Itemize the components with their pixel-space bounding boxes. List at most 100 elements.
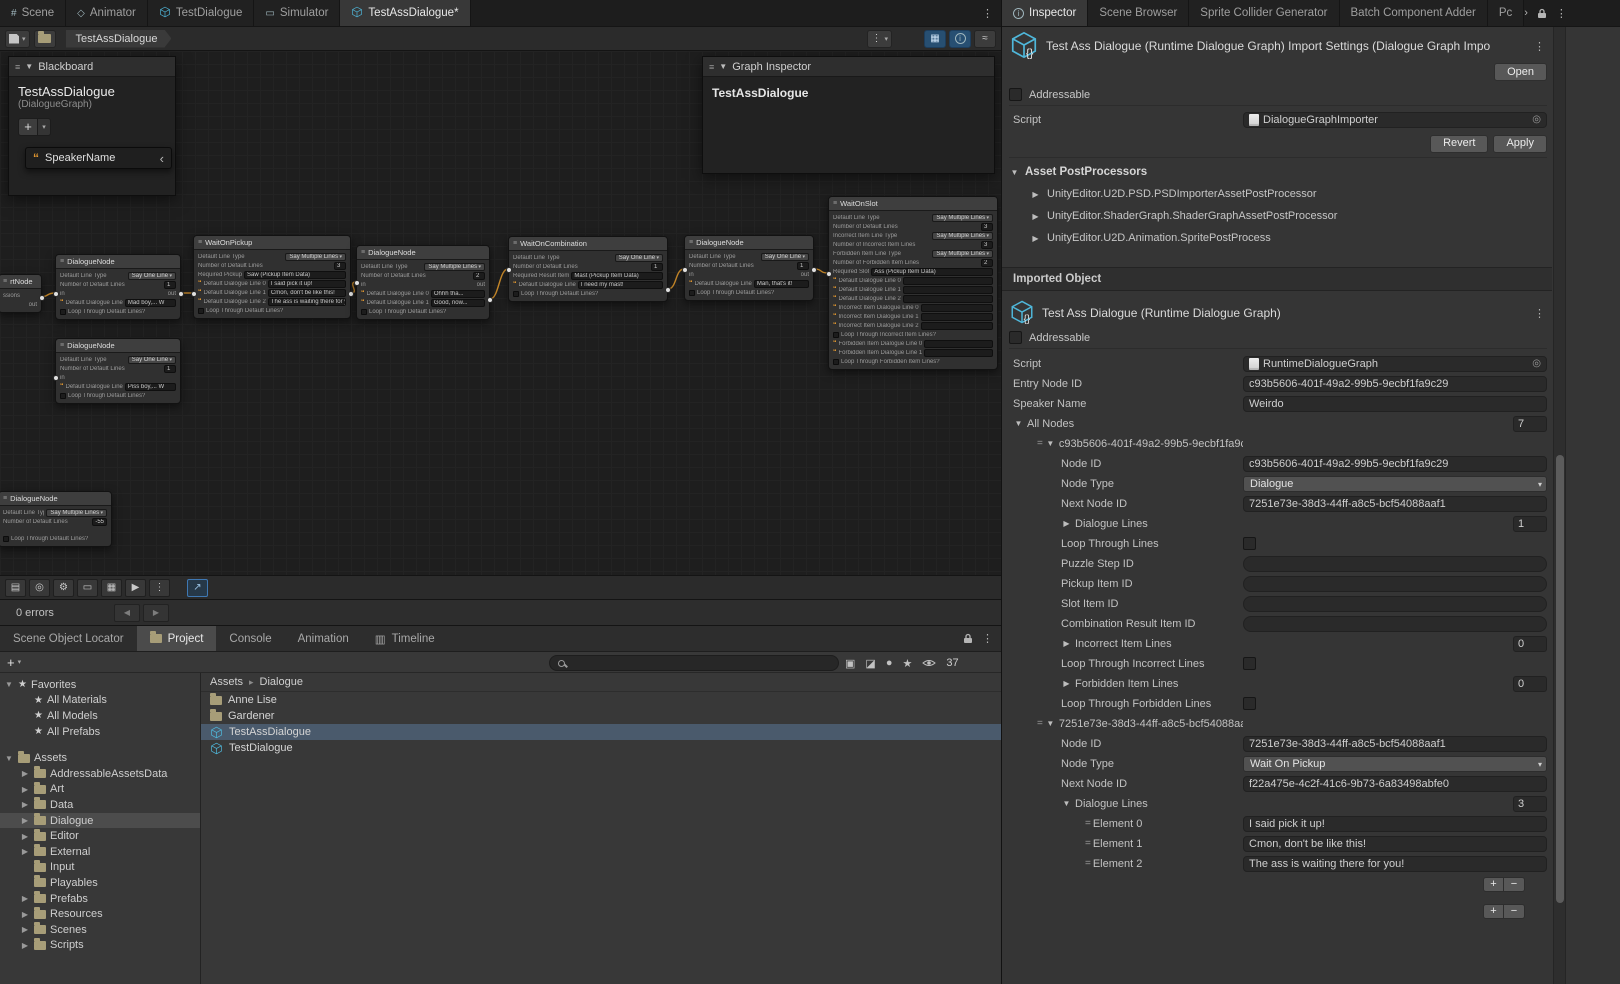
remove-element-button[interactable]: − xyxy=(1504,877,1525,892)
property-value-field[interactable]: f22a475e-4c2f-41c6-9b73-6a83498abfe0 xyxy=(1243,776,1547,792)
node-value-field[interactable]: 3 xyxy=(334,262,346,270)
node-dropdown[interactable]: Say One Line xyxy=(128,272,176,280)
tab-overflow-icon[interactable]: › xyxy=(1524,7,1528,19)
foldout-closed-icon[interactable]: ▶ xyxy=(1030,190,1041,199)
postprocessor-item[interactable]: ▶UnityEditor.U2D.Animation.SpritePostPro… xyxy=(1009,227,1547,249)
tab-testdialogue[interactable]: TestDialogue xyxy=(148,0,254,26)
toggle-blackboard-button[interactable]: ▦ xyxy=(924,30,946,48)
foldout-closed-icon[interactable]: ▶ xyxy=(20,925,30,934)
postprocessor-item[interactable]: ▶UnityEditor.U2D.PSD.PSDImporterAssetPos… xyxy=(1009,183,1547,205)
node-checkbox[interactable] xyxy=(198,308,204,314)
file-item-testassdialogue[interactable]: TestAssDialogue xyxy=(201,724,1001,740)
tab-scene[interactable]: #Scene xyxy=(0,0,66,26)
tab-timeline[interactable]: ▥Timeline xyxy=(362,626,448,651)
array-size-field[interactable]: 0 xyxy=(1513,636,1547,652)
drag-handle-icon[interactable]: = xyxy=(1085,838,1090,849)
node-header[interactable]: ≡WaitOnCombination xyxy=(509,237,667,251)
drag-handle-icon[interactable]: = xyxy=(1037,438,1042,449)
foldout-closed-icon[interactable]: ▶ xyxy=(20,941,30,950)
create-asset-button[interactable]: + ▾ xyxy=(7,655,21,670)
open-asset-button[interactable] xyxy=(34,30,56,48)
node-dropdown[interactable]: Say Multiple Lines xyxy=(424,263,485,271)
tab-animator[interactable]: ◇Animator xyxy=(66,0,148,26)
foldout-closed-icon[interactable]: ▶ xyxy=(20,832,30,841)
node-checkbox[interactable] xyxy=(60,309,66,315)
open-button[interactable]: Open xyxy=(1494,63,1547,81)
add-element-button[interactable]: + xyxy=(1483,877,1504,892)
tab-testassdialogue[interactable]: TestAssDialogue* xyxy=(340,0,470,26)
node-checkbox[interactable] xyxy=(513,291,519,297)
filter-dot-icon[interactable]: ● xyxy=(886,657,893,669)
node-checkbox[interactable] xyxy=(60,393,66,399)
foldout-closed-icon[interactable]: ▶ xyxy=(1030,234,1041,243)
output-port[interactable] xyxy=(39,295,45,301)
node-header[interactable]: ≡DialogueNode xyxy=(56,339,180,353)
node-text-field[interactable]: Man, that's it! xyxy=(754,280,809,288)
node-text-field[interactable]: Cmon, don't be like this! xyxy=(268,289,346,297)
tab-scene-object-locator[interactable]: Scene Object Locator xyxy=(0,626,137,651)
favorite-star-icon[interactable]: ★ xyxy=(902,657,912,670)
save-button[interactable]: ▾ xyxy=(5,30,30,48)
graph-inspector-panel[interactable]: ≡ ▼ Graph Inspector TestAssDialogue xyxy=(702,56,995,174)
postprocessor-item[interactable]: ▶UnityEditor.ShaderGraph.ShaderGraphAsse… xyxy=(1009,205,1547,227)
file-item-anne-lise[interactable]: Anne Lise xyxy=(201,692,1001,708)
tab-pc[interactable]: Pc xyxy=(1488,0,1524,26)
sidebar-item-addressableassetsdata[interactable]: ▶AddressableAssetsData xyxy=(0,766,200,782)
apply-button[interactable]: Apply xyxy=(1493,135,1547,153)
property-value-field[interactable] xyxy=(1243,616,1547,632)
foldout-closed-icon[interactable]: ▶ xyxy=(1061,639,1072,648)
node-value-field[interactable]: 1 xyxy=(164,281,176,289)
node-text-field[interactable]: I need my mast! xyxy=(578,281,663,289)
node-text-field[interactable] xyxy=(921,304,993,312)
inspector-scrollbar[interactable] xyxy=(1553,27,1566,984)
foldout-open-icon[interactable]: ▼ xyxy=(4,754,14,763)
add-property-button[interactable]: + xyxy=(18,118,38,136)
node-header[interactable]: ≡DialogueNode xyxy=(0,492,111,506)
node-text-field[interactable] xyxy=(903,286,993,294)
property-value-field[interactable]: Cmon, don't be like this! xyxy=(1243,836,1547,852)
list-button[interactable]: ▤ xyxy=(5,579,26,597)
graph-node-dialoguenode[interactable]: ≡DialogueNodeDefault Line TypeSay One Li… xyxy=(55,338,181,404)
node-object-field[interactable]: Mast (Pickup Item Data) xyxy=(571,272,663,280)
drag-handle-icon[interactable]: = xyxy=(1085,818,1090,829)
tools-button[interactable]: ⚙ xyxy=(53,579,74,597)
output-port[interactable] xyxy=(487,297,493,303)
file-item-testdialogue[interactable]: TestDialogue xyxy=(201,740,1001,756)
graph-canvas[interactable]: ≡rtNodessionsout ≡DialogueNodeDefault Lin… xyxy=(0,51,1001,575)
node-value-field[interactable]: 3 xyxy=(981,223,993,231)
sidebar-item-art[interactable]: ▶Art xyxy=(0,782,200,798)
scrollbar-thumb[interactable] xyxy=(1556,455,1564,903)
input-port[interactable] xyxy=(682,267,688,273)
node-dropdown[interactable]: Say Multiple Lines xyxy=(932,214,993,222)
tab-project[interactable]: Project xyxy=(137,626,217,651)
search-by-label-icon[interactable]: ◪ xyxy=(865,657,875,670)
graph-node-waitoncombination[interactable]: ≡WaitOnCombinationDefault Line TypeSay O… xyxy=(508,236,668,302)
drag-handle-icon[interactable]: = xyxy=(1037,718,1042,729)
property-checkbox[interactable] xyxy=(1243,657,1256,670)
output-port[interactable] xyxy=(665,287,671,293)
blackboard-header[interactable]: ≡ ▼ Blackboard xyxy=(9,57,175,77)
property-value-field[interactable] xyxy=(1243,556,1547,572)
node-header[interactable]: ≡DialogueNode xyxy=(357,246,489,260)
grid-button[interactable]: ▦ xyxy=(101,579,122,597)
foldout-closed-icon[interactable]: ▶ xyxy=(20,816,30,825)
tab-sprite-collider-generator[interactable]: Sprite Collider Generator xyxy=(1189,0,1339,26)
file-item-gardener[interactable]: Gardener xyxy=(201,708,1001,724)
foldout-closed-icon[interactable]: ▶ xyxy=(20,769,30,778)
sidebar-item-resources[interactable]: ▶Resources xyxy=(0,906,200,922)
node-value-field[interactable]: 1 xyxy=(651,263,663,271)
property-value-field[interactable]: The ass is waiting there for you! xyxy=(1243,856,1547,872)
node-text-field[interactable]: I said pick it up! xyxy=(268,280,346,288)
input-port[interactable] xyxy=(191,291,197,297)
node-dropdown[interactable]: Say One Line xyxy=(761,253,809,261)
node-checkbox[interactable] xyxy=(3,536,9,542)
node-text-field[interactable] xyxy=(924,349,993,357)
sidebar-item-scenes[interactable]: ▶Scenes xyxy=(0,922,200,938)
foldout-closed-icon[interactable]: ▶ xyxy=(1061,519,1072,528)
input-port[interactable] xyxy=(53,291,59,297)
input-port[interactable] xyxy=(826,271,832,277)
graph-node-waitonslot[interactable]: ≡WaitOnSlotDefault Line TypeSay Multiple… xyxy=(828,196,998,370)
foldout-closed-icon[interactable]: ▶ xyxy=(20,910,30,919)
graph-node-dialoguenode[interactable]: ≡DialogueNodeDefault Line TypeSay One Li… xyxy=(684,235,814,301)
graph-node-rtnode[interactable]: ≡rtNodessionsout xyxy=(0,274,42,313)
